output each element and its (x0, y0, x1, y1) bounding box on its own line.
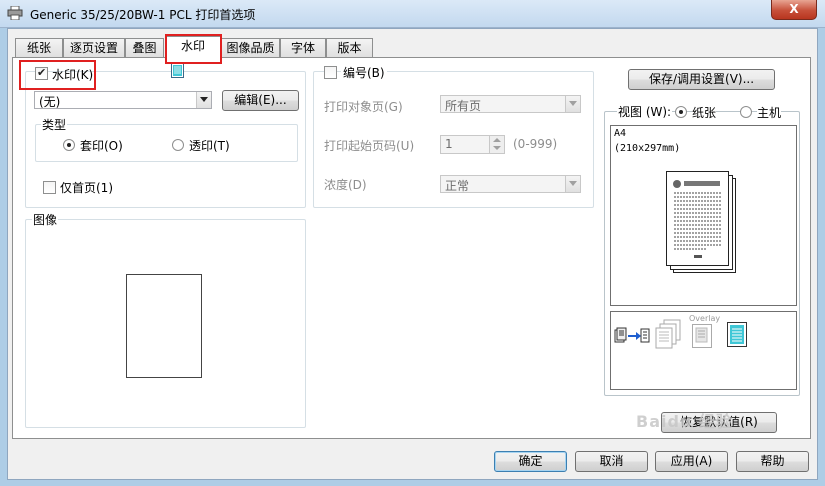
close-button[interactable]: X (771, 0, 817, 20)
density-select[interactable]: 正常 (440, 175, 581, 193)
tab-image-quality[interactable]: 图像品质 (221, 38, 280, 58)
target-pages-label: 打印对象页(G) (324, 100, 403, 114)
watermark-select-value: (无) (39, 95, 61, 109)
cancel-button[interactable]: 取消 (575, 451, 648, 472)
target-pages-select[interactable]: 所有页 (440, 95, 581, 113)
watermark-page-icon (727, 322, 747, 347)
tab-paper[interactable]: 纸张 (15, 38, 63, 58)
radio-view-host-label: 主机 (757, 104, 782, 121)
baidu-watermark: Baidu 经验 (636, 412, 733, 431)
overlay-preview-box: Overlay (610, 311, 797, 390)
target-pages-value: 所有页 (445, 99, 482, 113)
radio-transparent[interactable] (172, 139, 184, 151)
numbering-checkbox[interactable] (324, 66, 337, 79)
window-title: Generic 35/25/20BW-1 PCL 打印首选项 (30, 8, 256, 22)
start-page-stepper[interactable]: 1 (440, 135, 505, 154)
page-to-print-icon (614, 327, 650, 343)
document-preview-icon (666, 171, 729, 266)
tab-page-settings[interactable]: 逐页设置 (63, 38, 125, 58)
tab-highlight-box (165, 34, 222, 64)
watermark-highlight-box (19, 60, 96, 90)
density-label: 浓度(D) (324, 178, 367, 192)
first-page-only-label: 仅首页(1) (60, 181, 113, 195)
start-page-label: 打印起始页码(U) (324, 139, 415, 153)
density-value: 正常 (445, 179, 470, 193)
overlay-label: Overlay (689, 314, 721, 323)
paper-size-label: A4 (614, 128, 627, 139)
start-page-range: (0-999) (513, 137, 558, 151)
help-button[interactable]: 帮助 (736, 451, 809, 472)
tab-version[interactable]: 版本 (326, 38, 373, 58)
apply-button[interactable]: 应用(A) (655, 451, 728, 472)
radio-overprint[interactable] (63, 139, 75, 151)
stepper-arrows-icon[interactable] (489, 136, 504, 153)
radio-view-paper-label: 纸张 (692, 104, 717, 121)
type-group-label: 类型 (41, 116, 68, 133)
image-preview-page (126, 274, 202, 378)
chevron-down-icon[interactable] (565, 96, 580, 112)
image-group-label: 图像 (32, 211, 59, 228)
first-page-only-checkbox[interactable] (43, 181, 56, 194)
overlay-page-icon (692, 324, 712, 348)
chevron-down-icon[interactable] (196, 92, 211, 108)
tab-font[interactable]: 字体 (280, 38, 326, 58)
tab-overlay[interactable]: 叠图 (125, 38, 164, 58)
pages-stack-icon (655, 319, 681, 349)
ok-button[interactable]: 确定 (494, 451, 567, 472)
radio-view-host[interactable] (740, 106, 752, 118)
chevron-down-icon[interactable] (565, 176, 580, 192)
edit-watermark-button[interactable]: 编辑(E)... (222, 90, 299, 111)
radio-transparent-label: 透印(T) (189, 139, 230, 153)
printer-icon (7, 6, 23, 20)
start-page-value: 1 (445, 137, 453, 151)
paper-dims-label: (210x297mm) (614, 143, 681, 154)
title-bar: Generic 35/25/20BW-1 PCL 打印首选项 X (0, 0, 825, 28)
numbering-checkbox-label: 编号(B) (341, 64, 387, 81)
paper-preview-box: A4 (210x297mm) (610, 125, 797, 306)
radio-overprint-label: 套印(O) (80, 139, 123, 153)
radio-view-paper[interactable] (675, 106, 687, 118)
watermark-icon (171, 63, 184, 78)
save-load-settings-button[interactable]: 保存/调用设置(V)... (628, 69, 775, 90)
watermark-select[interactable]: (无) (34, 91, 212, 109)
view-label: 视图 (W): (617, 103, 673, 120)
